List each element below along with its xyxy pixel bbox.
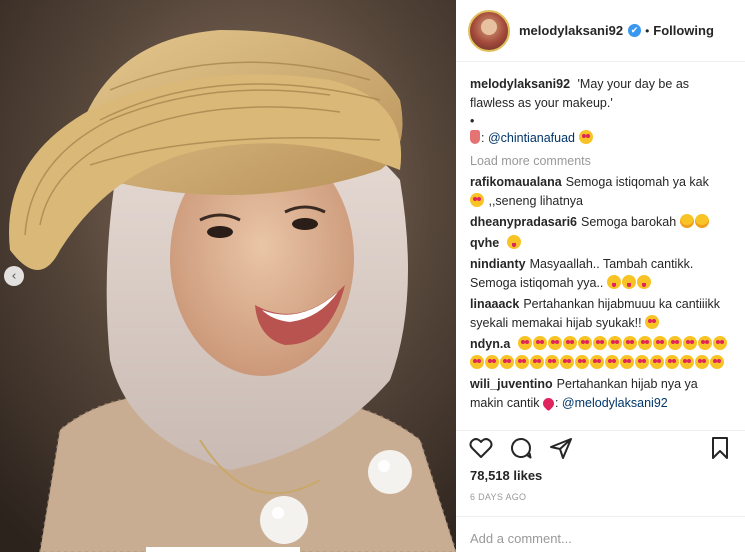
heart-eyes-emoji-icon — [592, 336, 607, 350]
grin-emoji-icon — [679, 214, 694, 228]
post-header: melodylaksani92 ✔ • Following — [456, 0, 745, 62]
heart-eyes-emoji-icon — [485, 355, 499, 369]
separator-dot: • — [645, 23, 650, 38]
add-comment-bar — [456, 516, 745, 552]
comments-list[interactable]: melodylaksani92 'May your day be as flaw… — [456, 63, 745, 427]
lipstick-emoji-icon — [470, 130, 480, 144]
heart-eyes-emoji-icon — [607, 336, 622, 350]
heart-eyes-emoji-icon — [710, 355, 724, 369]
comment-icon — [511, 437, 532, 458]
heart-eyes-emoji-icon — [622, 336, 637, 350]
heart-eyes-emoji-icon — [517, 336, 532, 350]
heart-eyes-emoji-icon — [532, 336, 547, 350]
add-comment-input[interactable] — [470, 531, 731, 546]
heart-eyes-emoji-icon — [667, 336, 682, 350]
heart-eyes-emoji-icon — [515, 355, 529, 369]
comment-item: wili_juventino Pertahankan hijab nya ya m… — [470, 377, 698, 412]
heart-eyes-emoji-icon — [712, 336, 727, 350]
caption-mention[interactable]: @chintianafuad — [488, 131, 575, 145]
comment-username[interactable]: linaaack — [470, 297, 519, 311]
heart-eyes-emoji-icon — [665, 355, 679, 369]
comment-username[interactable]: ndyn.a — [470, 337, 510, 351]
comment-text: Pertahankan hijab nya ya — [556, 377, 698, 391]
carousel-prev-button[interactable]: ‹ — [4, 266, 24, 286]
heart-eyes-emoji-icon — [635, 355, 649, 369]
save-button[interactable] — [707, 435, 733, 461]
comment-username[interactable]: dheanypradasari6 — [470, 215, 577, 229]
caption-username[interactable]: melodylaksani92 — [470, 77, 570, 91]
photo-illustration — [0, 0, 456, 552]
share-button[interactable] — [548, 435, 574, 461]
comment-text: Semoga barokah — [581, 215, 677, 229]
heart-eyes-emoji-icon — [652, 336, 667, 350]
header-username[interactable]: melodylaksani92 — [519, 23, 623, 38]
like-button[interactable] — [468, 435, 494, 461]
comment-text: Semoga istiqomah ya kak — [565, 175, 709, 189]
comment-username[interactable]: nindianty — [470, 257, 526, 271]
verified-icon: ✔ — [628, 24, 642, 37]
heart-eyes-emoji-icon — [695, 355, 709, 369]
caption-bullet: • — [470, 114, 475, 128]
load-more-comments-button[interactable]: Load more comments — [470, 152, 731, 171]
comment-text-continued: ,,seneng lihatnya — [485, 194, 583, 208]
following-button[interactable]: Following — [653, 23, 714, 38]
heart-eyes-emoji-icon — [547, 336, 562, 350]
heart-eyes-emoji-icon — [530, 355, 544, 369]
chevron-left-icon: ‹ — [11, 268, 17, 284]
caption-credit: : @chintianafuad — [470, 129, 731, 148]
heart-eyes-emoji-icon — [562, 336, 577, 350]
tongue-emoji-icon — [621, 275, 636, 289]
bookmark-icon — [712, 436, 728, 459]
heart-eyes-emoji-icon — [650, 355, 664, 369]
grin-emoji-icon — [694, 214, 709, 228]
heart-eyes-emoji-icon — [470, 355, 484, 369]
comment-username[interactable]: qvhe — [470, 236, 499, 250]
heart-eyes-emoji-icon — [545, 355, 559, 369]
post-side-panel: melodylaksani92 ✔ • Following melodylaks… — [456, 0, 745, 552]
comment-username[interactable]: wili_juventino — [470, 377, 553, 391]
heart-icon — [469, 437, 493, 458]
heart-eyes-emoji-icon — [605, 355, 619, 369]
post-timestamp[interactable]: 6 DAYS AGO — [470, 492, 526, 502]
heart-eyes-emoji-icon — [590, 355, 604, 369]
comment-username[interactable]: rafikomaualana — [470, 175, 562, 189]
red-heart-emoji-icon — [540, 395, 557, 412]
comment-item: ndyn.a — [470, 335, 731, 373]
heart-eyes-emoji-icon — [645, 315, 660, 329]
caption: melodylaksani92 'May your day be as flaw… — [470, 75, 731, 113]
comment-text-continued: makin cantik — [470, 396, 540, 410]
tongue-emoji-icon — [606, 275, 621, 289]
likes-count[interactable]: 78,518 likes — [470, 468, 542, 483]
heart-eyes-emoji-icon — [680, 355, 694, 369]
comment-button[interactable] — [508, 435, 534, 461]
comment-mention[interactable]: @melodylaksani92 — [562, 396, 668, 410]
heart-eyes-emoji-icon — [577, 336, 592, 350]
heart-eyes-emoji-icon — [578, 130, 593, 144]
post-photo[interactable]: ‹ — [0, 0, 456, 552]
heart-eyes-emoji-icon — [560, 355, 574, 369]
comment-item: nindianty Masyaallah.. Tambah cantikk. Se… — [470, 255, 731, 293]
avatar[interactable] — [468, 9, 510, 52]
post-actions-bar — [456, 430, 745, 464]
comment-item: linaaack Pertahankan hijabmuuu ka cantiii… — [470, 295, 731, 333]
tongue-emoji-icon — [636, 275, 651, 289]
heart-eyes-emoji-icon — [682, 336, 697, 350]
share-icon — [550, 437, 572, 459]
heart-eyes-emoji-icon — [637, 336, 652, 350]
heart-eyes-emoji-icon — [500, 355, 514, 369]
heart-eyes-emoji-icon — [470, 193, 484, 207]
tongue-emoji-icon — [506, 235, 521, 249]
comment-item: qvhe — [470, 234, 731, 253]
comment-item: dheanypradasari6 Semoga barokah — [470, 213, 731, 232]
heart-eyes-emoji-icon — [620, 355, 634, 369]
heart-eyes-emoji-icon — [575, 355, 589, 369]
comment-item: rafikomaualana Semoga istiqomah ya kak ,,… — [470, 173, 731, 211]
heart-eyes-emoji-icon — [697, 336, 712, 350]
photo-bottom-strip — [146, 547, 300, 552]
